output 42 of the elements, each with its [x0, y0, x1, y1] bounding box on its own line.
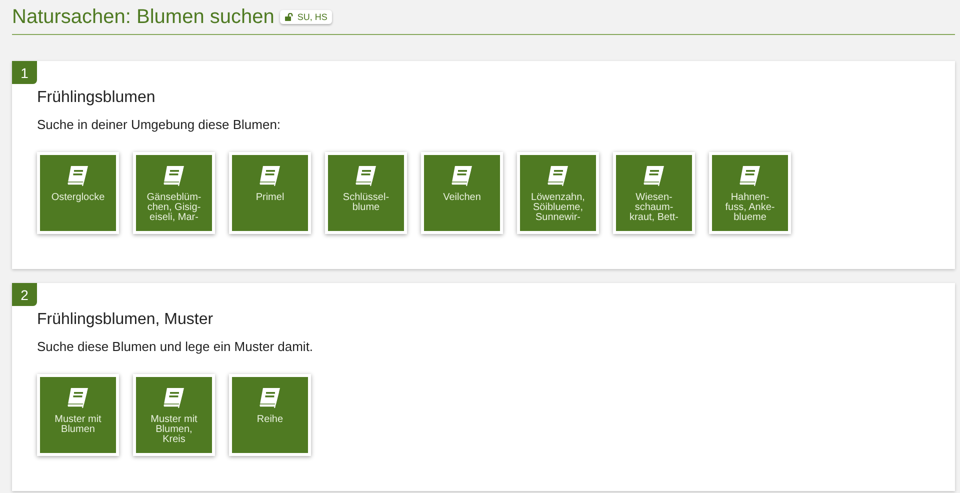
tile-label: Löwenzahn, Söiblueme, Sunnewir-: [531, 193, 585, 223]
book-tile[interactable]: Muster mit Blumen, Kreis: [133, 374, 215, 456]
unlock-icon: [285, 13, 294, 21]
book-tile[interactable]: Hahnen- fuss, Anke- blueme: [709, 152, 791, 234]
tile-label: Schlüssel- blume: [342, 193, 390, 213]
tile-label: Muster mit Blumen: [54, 415, 102, 435]
page-title: Natursachen: Blumen suchen: [12, 6, 274, 28]
tile-label: Wiesen- schaum- kraut, Bett-: [630, 193, 678, 223]
book-icon: [354, 165, 378, 187]
book-icon: [162, 387, 186, 409]
book-icon: [450, 165, 474, 187]
book-icon: [162, 165, 186, 187]
tile-label: Hahnen- fuss, Anke- blueme: [725, 193, 775, 223]
book-tile[interactable]: Primel: [229, 152, 311, 234]
tile-label: Reihe: [256, 415, 284, 425]
badge-text: SU, HS: [297, 12, 328, 22]
book-icon: [258, 165, 282, 187]
section-number: 1: [12, 61, 37, 84]
tile-label: Veilchen: [443, 193, 481, 203]
section-title: Frühlingsblumen, Muster: [37, 311, 214, 329]
book-icon: [66, 165, 90, 187]
section-instruction: Suche diese Blumen und lege ein Muster damit.: [37, 339, 314, 354]
book-tile[interactable]: Löwenzahn, Söiblueme, Sunnewir-: [517, 152, 599, 234]
section-instruction: Suche in deiner Umgebung diese Blumen:: [37, 117, 282, 132]
book-tile[interactable]: Wiesen- schaum- kraut, Bett-: [613, 152, 695, 234]
tile-label: Muster mit Blumen, Kreis: [150, 415, 198, 445]
section-title: Frühlingsblumen: [37, 89, 156, 107]
book-icon: [642, 165, 666, 187]
tile-label: Gänseblüm- chen, Gisig- eiseli, Mar-: [146, 193, 202, 223]
book-tile[interactable]: Gänseblüm- chen, Gisig- eiseli, Mar-: [133, 152, 215, 234]
book-tile[interactable]: Muster mit Blumen: [37, 374, 119, 456]
tile-label: Osterglocke: [51, 193, 105, 203]
book-tile[interactable]: Osterglocke: [37, 152, 119, 234]
tile-label: Primel: [256, 193, 284, 203]
book-tile[interactable]: Reihe: [229, 374, 311, 456]
book-icon: [258, 387, 282, 409]
book-tile[interactable]: Schlüssel- blume: [325, 152, 407, 234]
section-number: 2: [12, 283, 37, 306]
book-icon: [738, 165, 762, 187]
book-icon: [546, 165, 570, 187]
book-icon: [66, 387, 90, 409]
book-tile[interactable]: Veilchen: [421, 152, 503, 234]
